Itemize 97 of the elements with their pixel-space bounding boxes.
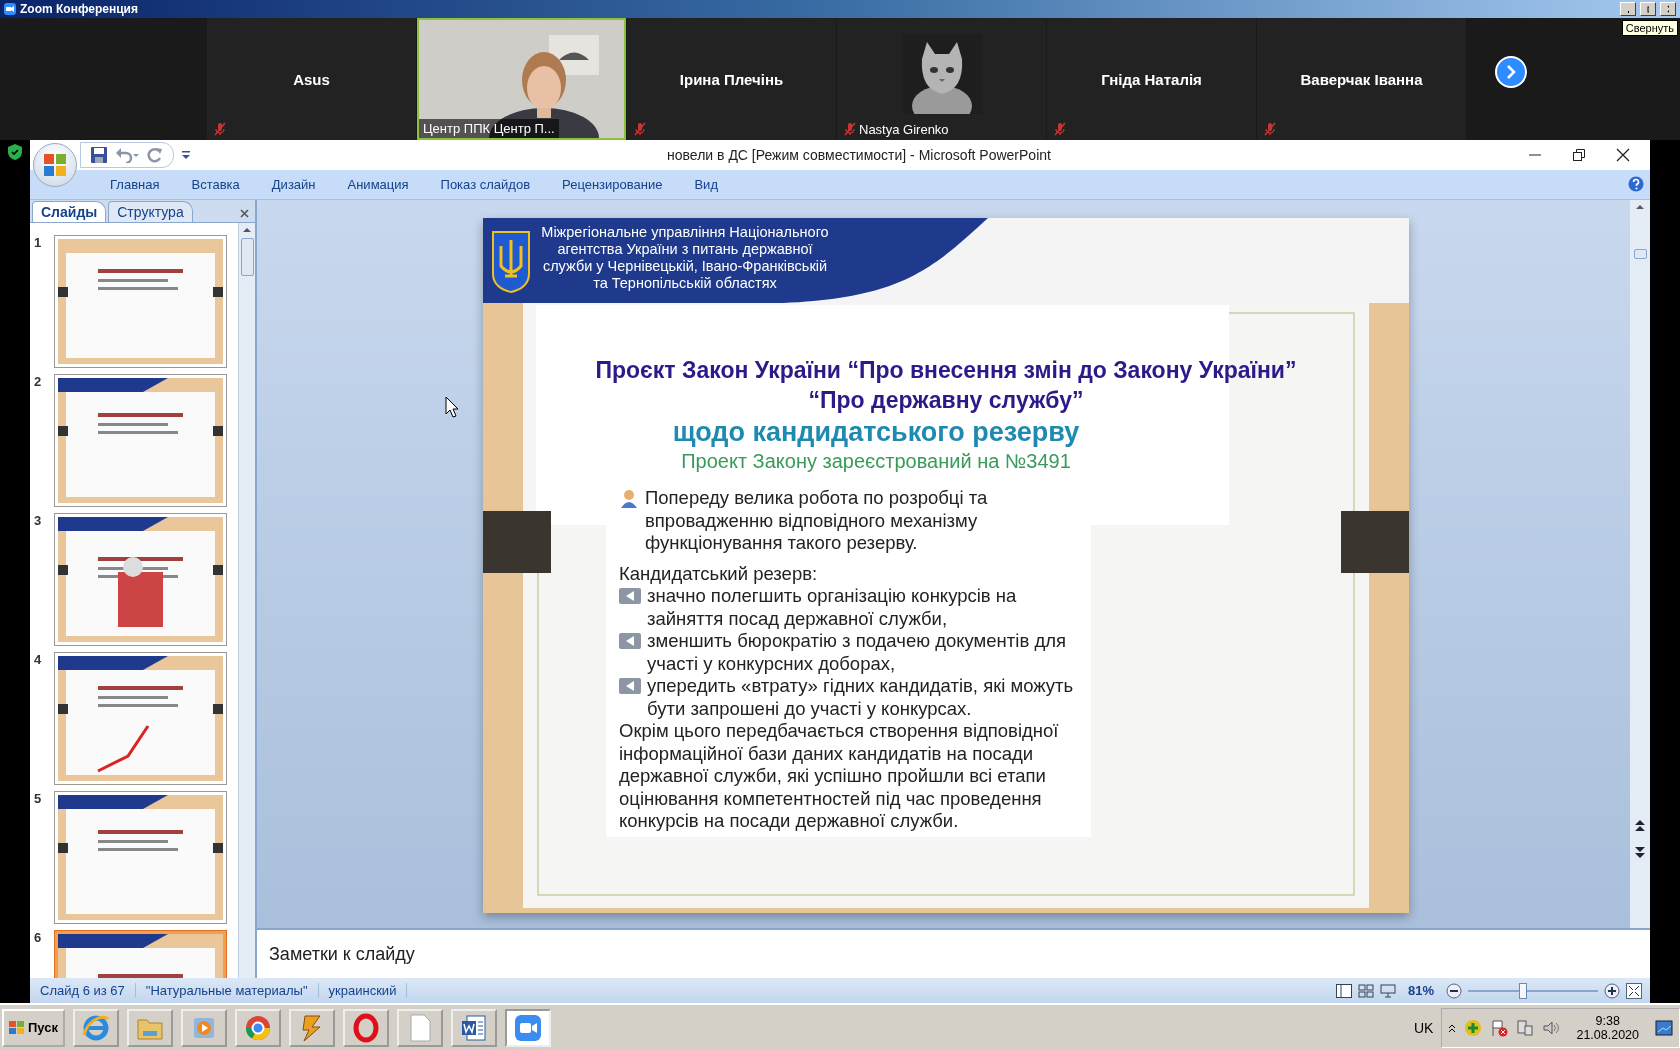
muted-mic-icon (843, 122, 857, 136)
slide-number: 2 (34, 374, 43, 390)
participant-name: Ірина Плечінь (679, 70, 784, 88)
slide-number: 1 (34, 235, 43, 251)
document-icon (459, 1012, 489, 1043)
scroll-thumb[interactable] (1633, 249, 1647, 260)
clock-date: 21.08.2020 (1576, 1027, 1639, 1042)
shield-icon (8, 144, 22, 160)
muted-mic-icon (633, 122, 647, 136)
scroll-thumb[interactable] (240, 238, 254, 277)
slide-thumbnail[interactable] (54, 791, 227, 925)
ribbon-tab[interactable]: Рецензирование (546, 176, 679, 192)
cursor-icon (445, 396, 459, 419)
taskbar-button[interactable] (397, 1008, 443, 1047)
arrow-up-icon[interactable] (1636, 204, 1644, 210)
office-button[interactable] (33, 143, 77, 187)
fit-icon[interactable] (1626, 982, 1642, 999)
restore-button[interactable] (1640, 2, 1656, 16)
double-arrow-icon[interactable] (1635, 819, 1645, 860)
body-text: Кандидатський резерв: (619, 562, 818, 586)
slide-title: Проєкт Закон України “Про внесення змін до Закону України” “Про державну службу” (594, 356, 1298, 416)
slide-number: 3 (34, 513, 43, 529)
muted-mic-icon (1053, 122, 1067, 136)
ring-icon (351, 1012, 381, 1043)
grid-view-icon[interactable] (1357, 983, 1374, 998)
arrow-up-icon[interactable] (243, 227, 251, 233)
status-text: украинский (318, 983, 408, 999)
save-icon[interactable] (91, 146, 107, 163)
slide-header-text: Міжрегіональне управління Національного агентства України з питань державної служби у Чернівецькій, Івано-Франківській та Тернопільській областях (540, 224, 830, 293)
taskbar-button[interactable] (289, 1008, 335, 1047)
taskbar-button[interactable] (343, 1008, 389, 1047)
participant-name: Ваверчак Іванна (1300, 70, 1423, 88)
body-text: упередить «втрату» гідних кандидатів, які можуть бути запрошені до участі у конкурсах. (647, 675, 1075, 721)
network-icon[interactable] (1516, 1018, 1535, 1037)
participant-name: Nastya Girenko (859, 122, 949, 137)
notes-placeholder[interactable]: Заметки к слайду (269, 943, 415, 965)
slide-subtitle: щодо кандидатського резерву (671, 417, 1081, 449)
camera-icon (4, 3, 16, 15)
logo (9, 1020, 25, 1035)
body-text: Окрім цього передбачається створення відповідної інформаційної бази даних кандидатів на посади державної служби, які успішно пройшли всі етапи оцінювання компетентностей під час проведення конкурсів на посади державної служби. (619, 720, 1060, 833)
slide-thumbnail[interactable] (54, 235, 227, 369)
start-button[interactable]: Пуск (2, 1008, 65, 1047)
ribbon-tab[interactable]: Вставка (175, 176, 256, 192)
taskbar-button[interactable] (505, 1008, 551, 1047)
slide-thumbnail[interactable] (54, 513, 227, 647)
participant-name: Центр ППК Центр П... (419, 119, 559, 138)
language-indicator[interactable]: UK (1414, 1019, 1434, 1036)
body-text: Попереду велика робота по розробці та впровадженню відповідного механізму функціонування такого резерву. (645, 487, 989, 555)
coat-of-arms-icon (491, 230, 531, 295)
slide-thumbnail[interactable] (54, 652, 227, 786)
clock-time: 9:38 (1595, 1013, 1620, 1028)
muted-mic-icon (213, 122, 227, 136)
slide-note: Проект Закону зареєстрований на №3491 (680, 450, 1072, 474)
window-title: Zoom Конференция (20, 2, 139, 16)
redo-icon[interactable] (147, 146, 163, 163)
dropdown-icon[interactable] (182, 149, 190, 160)
flag-icon[interactable] (1490, 1018, 1509, 1037)
zoom-out-icon[interactable] (1446, 982, 1462, 999)
ribbon-tab[interactable]: Анимация (331, 176, 425, 192)
next-page-button[interactable] (1495, 56, 1527, 88)
window-title: новели в ДС [Режим совместимости] - Microsoft PowerPoint (666, 146, 1052, 163)
participant-name: Asus (293, 70, 330, 88)
taskbar-button[interactable] (73, 1008, 119, 1047)
scrollbar[interactable] (238, 223, 255, 979)
logo (42, 152, 68, 178)
status-text: "Натуральные материалы" (135, 983, 319, 999)
ribbon-tab[interactable]: Вид (678, 176, 734, 192)
normal-view-icon[interactable] (1335, 983, 1352, 998)
help-icon[interactable] (1628, 176, 1644, 193)
close-button[interactable] (1660, 2, 1676, 16)
muted-mic-icon (1263, 122, 1277, 136)
status-text: Слайд 6 из 67 (30, 983, 136, 999)
slideshow-icon[interactable] (1379, 983, 1396, 998)
pane-tab[interactable]: Слайды (32, 201, 107, 223)
desktop-icon[interactable] (1655, 1019, 1673, 1036)
slide-number: 5 (34, 791, 43, 807)
slide-number: 4 (34, 652, 43, 668)
chevron-icon (1505, 65, 1517, 79)
participant-name: Гніда Наталія (1101, 70, 1202, 88)
scrollbar[interactable] (1630, 200, 1650, 929)
undo-icon[interactable] (115, 146, 139, 163)
ribbon-tab[interactable]: Показ слайдов (424, 176, 547, 192)
taskbar-button[interactable] (235, 1008, 281, 1047)
minimize-button[interactable] (1620, 2, 1636, 16)
person-icon (619, 488, 639, 509)
ribbon-tab[interactable]: Дизайн (255, 176, 332, 192)
plus-icon[interactable] (1464, 1018, 1483, 1037)
zoom-in-icon[interactable] (1604, 982, 1620, 999)
slide-thumbnail[interactable] (54, 374, 227, 508)
zoom-level: 81% (1407, 983, 1434, 999)
chevron-icon[interactable] (1448, 1022, 1457, 1033)
slide-number: 6 (34, 930, 43, 946)
ribbon-tab[interactable]: Главная (94, 176, 176, 192)
camera-icon (513, 1012, 543, 1043)
taskbar-button[interactable] (451, 1008, 497, 1047)
pane-tab[interactable]: Структура (108, 201, 193, 223)
tooltip: Свернуть (1621, 20, 1678, 36)
